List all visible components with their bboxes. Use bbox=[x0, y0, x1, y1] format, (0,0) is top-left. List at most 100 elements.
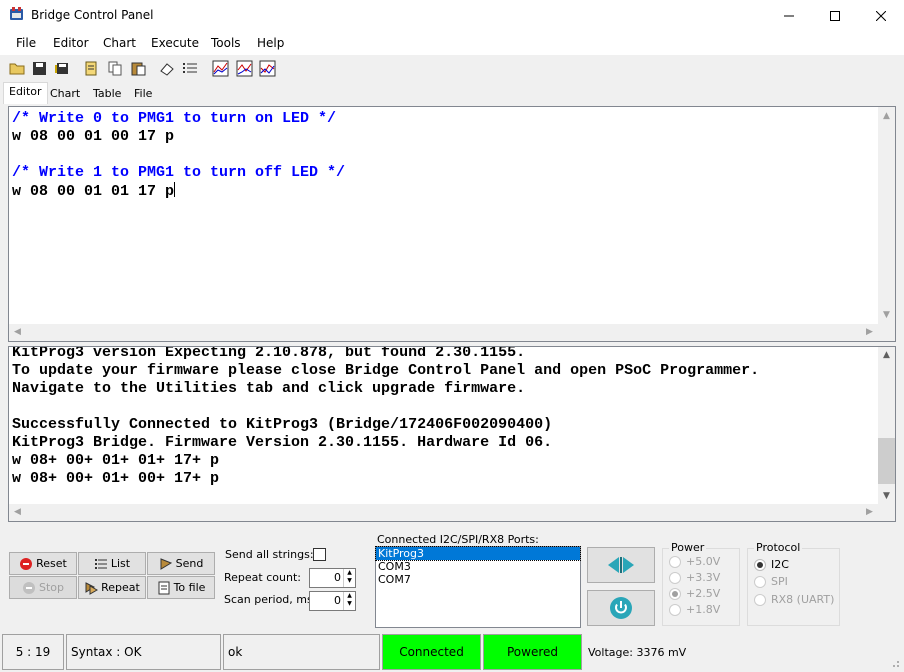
editor-text: /* Write 0 to PMG1 to turn on LED */ w 0… bbox=[12, 110, 345, 201]
scroll-up-icon[interactable]: ▲ bbox=[878, 350, 895, 360]
protocol-title: Protocol bbox=[754, 541, 803, 554]
editor-vertical-scrollbar[interactable]: ▲ ▼ bbox=[878, 107, 895, 324]
send-button[interactable]: Send bbox=[147, 552, 215, 575]
chart-icon[interactable] bbox=[236, 60, 253, 77]
ports-label: Connected I2C/SPI/RX8 Ports: bbox=[377, 533, 539, 546]
port-item[interactable]: KitProg3 (Bridge/172406F002090400) bbox=[375, 546, 581, 573]
tab-chart[interactable]: Chart bbox=[45, 85, 85, 104]
status-message: ok bbox=[223, 634, 380, 670]
list-icon bbox=[94, 558, 107, 569]
reset-label: Reset bbox=[36, 557, 67, 570]
repeat-button[interactable]: Repeat bbox=[78, 576, 146, 599]
stop-button[interactable]: Stop bbox=[9, 576, 77, 599]
editor-line: /* Write 1 to PMG1 to turn off LED */ bbox=[12, 164, 346, 181]
script-editor[interactable]: /* Write 0 to PMG1 to turn on LED */ w 0… bbox=[8, 106, 896, 342]
console-line: KitProg3 version Expecting 2.10.878, but… bbox=[12, 346, 526, 361]
scan-period-value: 0 bbox=[334, 594, 341, 607]
spin-arrows-icon[interactable]: ▲ ▼ bbox=[343, 569, 355, 587]
console-line: To update your firmware please close Bri… bbox=[12, 362, 760, 379]
reset-icon bbox=[20, 557, 33, 570]
console-vertical-scrollbar[interactable]: ▲ ▼ bbox=[878, 347, 895, 504]
connected-indicator: Connected bbox=[382, 634, 481, 670]
scroll-right-icon[interactable]: ▶ bbox=[861, 327, 878, 337]
open-folder-icon[interactable] bbox=[9, 60, 26, 77]
file-icon bbox=[158, 581, 170, 594]
save-icon[interactable] bbox=[31, 60, 48, 77]
eraser-icon[interactable] bbox=[159, 60, 176, 77]
scroll-down-icon[interactable]: ▼ bbox=[878, 491, 895, 501]
power-option-1v8[interactable]: +1.8V bbox=[669, 603, 720, 616]
power-option-3v3[interactable]: +3.3V bbox=[669, 571, 720, 584]
chart-icon[interactable] bbox=[212, 60, 229, 77]
scroll-left-icon[interactable]: ◀ bbox=[9, 507, 26, 517]
maximize-icon bbox=[830, 10, 840, 21]
cursor-position: 5 : 19 bbox=[2, 634, 64, 670]
tab-table[interactable]: Table bbox=[88, 85, 126, 104]
to-file-button[interactable]: To file bbox=[147, 576, 215, 599]
maximize-button[interactable] bbox=[812, 0, 858, 31]
repeat-icon bbox=[85, 581, 99, 595]
radio-button[interactable] bbox=[754, 575, 766, 588]
menu-file[interactable]: File bbox=[16, 36, 36, 50]
menu-execute[interactable]: Execute bbox=[151, 36, 199, 50]
spin-arrows-icon[interactable]: ▲ ▼ bbox=[343, 592, 355, 610]
tab-bar: Editor Chart Table File bbox=[0, 82, 904, 104]
paste-icon[interactable] bbox=[130, 60, 147, 77]
radio-button[interactable] bbox=[754, 593, 766, 606]
protocol-option-i2c[interactable]: I2C bbox=[754, 558, 789, 571]
radio-button[interactable] bbox=[669, 571, 681, 584]
list-icon[interactable] bbox=[182, 60, 199, 77]
reset-button[interactable]: Reset bbox=[9, 552, 77, 575]
scroll-left-icon[interactable]: ◀ bbox=[9, 327, 26, 337]
output-console[interactable]: KitProg3 version Expecting 2.10.878, but… bbox=[8, 346, 896, 522]
save-all-icon[interactable] bbox=[54, 60, 71, 77]
scrollbar-thumb[interactable] bbox=[878, 438, 895, 484]
menu-help[interactable]: Help bbox=[257, 36, 284, 50]
tab-file[interactable]: File bbox=[129, 85, 157, 104]
tab-editor[interactable]: Editor bbox=[3, 82, 48, 104]
ports-list[interactable]: KitProg3 (Bridge/172406F002090400) COM3 … bbox=[375, 546, 581, 628]
scroll-up-icon[interactable]: ▲ bbox=[878, 111, 895, 121]
repeat-count-label: Repeat count: bbox=[224, 571, 301, 584]
radio-button[interactable] bbox=[669, 603, 681, 616]
scroll-right-icon[interactable]: ▶ bbox=[861, 507, 878, 517]
minimize-button[interactable] bbox=[766, 0, 812, 31]
console-line: Successfully Connected to KitProg3 (Brid… bbox=[12, 416, 553, 433]
close-icon bbox=[876, 10, 886, 21]
editor-line: /* Write 0 to PMG1 to turn on LED */ bbox=[12, 110, 337, 127]
editor-horizontal-scrollbar[interactable]: ◀ ▶ bbox=[9, 324, 895, 341]
list-button[interactable]: List bbox=[78, 552, 146, 575]
protocol-option-spi[interactable]: SPI bbox=[754, 575, 788, 588]
resize-grip-icon[interactable] bbox=[890, 658, 900, 668]
menu-chart[interactable]: Chart bbox=[103, 36, 136, 50]
console-text: KitProg3 version Expecting 2.10.878, but… bbox=[12, 346, 760, 488]
repeat-count-stepper[interactable]: 0 ▲ ▼ bbox=[309, 568, 356, 588]
scroll-down-icon[interactable]: ▼ bbox=[878, 310, 895, 320]
connect-toggle-button[interactable] bbox=[587, 547, 655, 583]
menu-editor[interactable]: Editor bbox=[53, 36, 89, 50]
radio-button[interactable] bbox=[754, 558, 766, 571]
console-horizontal-scrollbar[interactable]: ◀ ▶ bbox=[9, 504, 895, 521]
power-option-5v[interactable]: +5.0V bbox=[669, 555, 720, 568]
power-option-2v5[interactable]: +2.5V bbox=[669, 587, 720, 600]
title-bar: Bridge Control Panel bbox=[0, 0, 904, 31]
power-toggle-button[interactable] bbox=[587, 590, 655, 626]
chart-icon[interactable] bbox=[259, 60, 276, 77]
power-icon bbox=[610, 597, 632, 619]
send-all-strings-checkbox[interactable] bbox=[313, 548, 326, 561]
copy-icon[interactable] bbox=[107, 60, 124, 77]
protocol-group: Protocol I2C SPI RX8 (UART) bbox=[747, 541, 840, 626]
to-file-label: To file bbox=[173, 581, 206, 594]
repeat-count-value: 0 bbox=[334, 571, 341, 584]
stop-label: Stop bbox=[38, 581, 64, 594]
radio-button[interactable] bbox=[669, 555, 681, 568]
close-button[interactable] bbox=[858, 0, 904, 31]
radio-button[interactable] bbox=[669, 587, 681, 600]
menu-tools[interactable]: Tools bbox=[211, 36, 241, 50]
scan-period-stepper[interactable]: 0 ▲ ▼ bbox=[309, 591, 356, 611]
cut-icon[interactable] bbox=[83, 60, 100, 77]
protocol-option-rx8[interactable]: RX8 (UART) bbox=[754, 593, 834, 606]
toolbar bbox=[0, 55, 904, 82]
editor-line: w 08 00 01 00 17 p bbox=[12, 128, 175, 145]
port-item[interactable]: COM7 bbox=[376, 573, 580, 586]
